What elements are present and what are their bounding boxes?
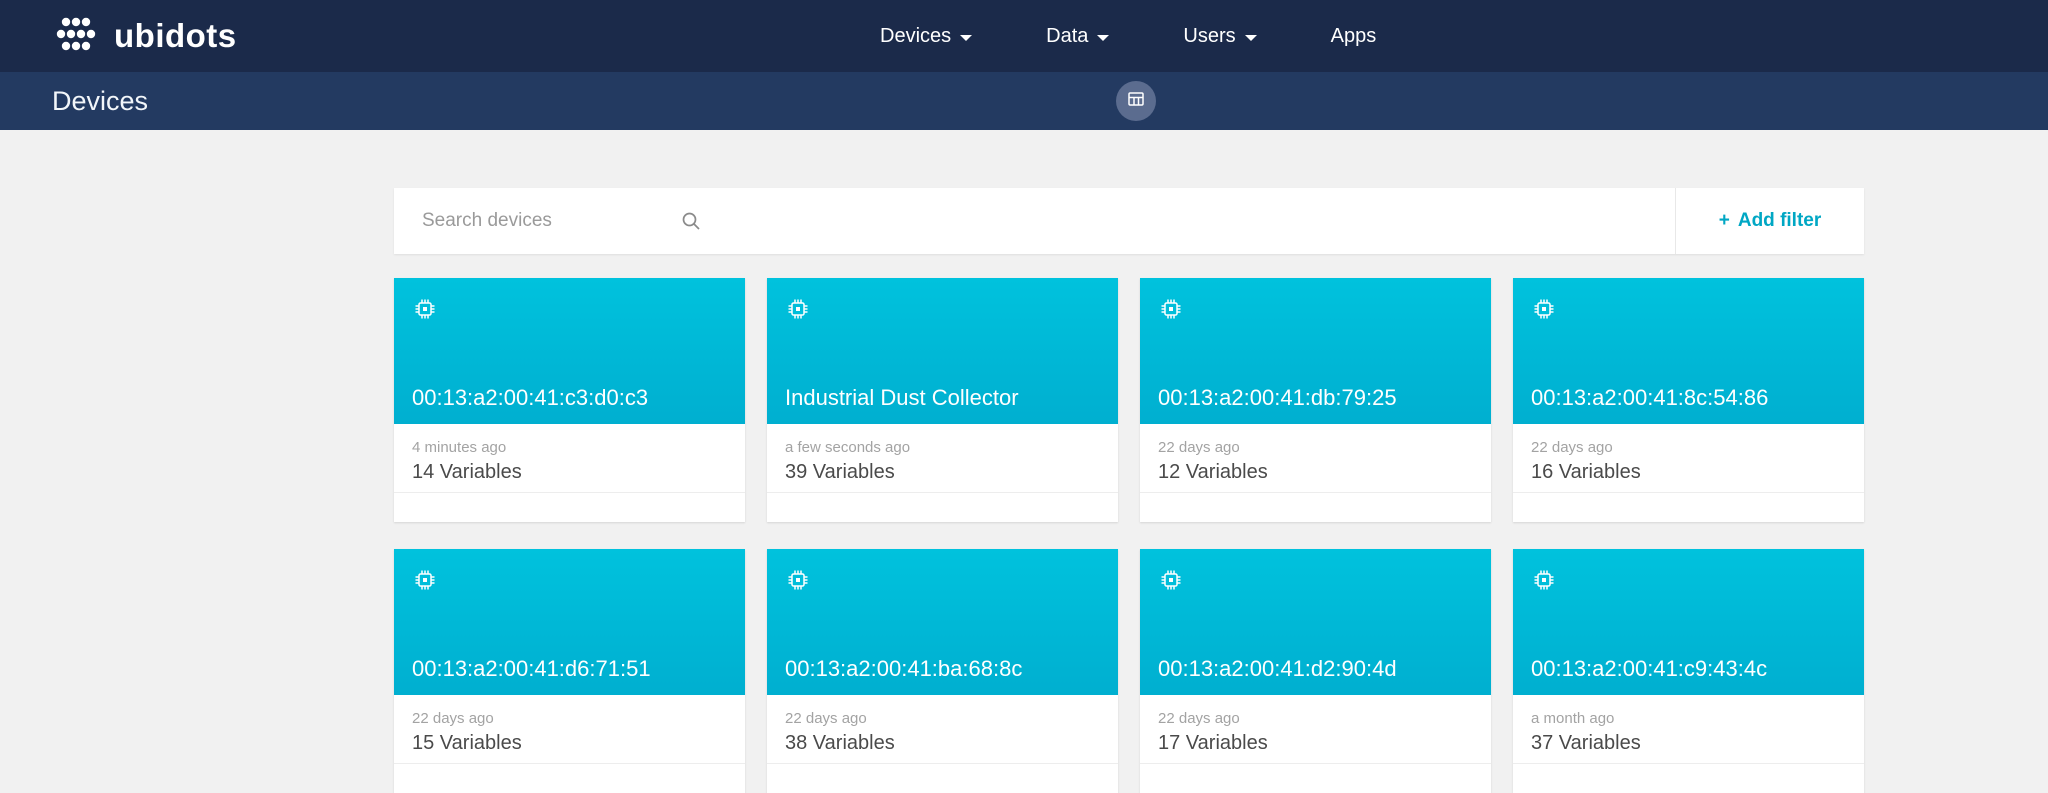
- device-card-header: 00:13:a2:00:41:ba:68:8c: [767, 549, 1118, 695]
- device-name: 00:13:a2:00:41:db:79:25: [1158, 385, 1397, 410]
- device-card-footer: [1140, 492, 1491, 522]
- device-card-footer: [1513, 492, 1864, 522]
- device-last-activity: 22 days ago: [1158, 710, 1240, 727]
- device-name: Industrial Dust Collector: [785, 385, 1019, 410]
- subheader-bar: Devices: [0, 72, 2048, 130]
- plus-icon: +: [1718, 210, 1730, 231]
- nav-item-data[interactable]: Data: [1046, 24, 1110, 48]
- search-box: [394, 210, 702, 232]
- device-card-footer: [394, 492, 745, 522]
- device-card-header: 00:13:a2:00:41:c9:43:4c: [1513, 549, 1864, 695]
- device-variable-count: 38 Variables: [785, 732, 895, 754]
- chip-icon: [412, 296, 438, 327]
- device-card[interactable]: Industrial Dust Collector a few seconds …: [767, 278, 1118, 522]
- device-variable-count: 14 Variables: [412, 461, 522, 483]
- chip-icon: [1531, 296, 1557, 327]
- device-name: 00:13:a2:00:41:8c:54:86: [1531, 385, 1769, 410]
- device-card-body: 22 days ago 38 Variables: [767, 695, 1118, 755]
- device-name: 00:13:a2:00:41:c3:d0:c3: [412, 385, 649, 410]
- add-filter-button[interactable]: + Add filter: [1676, 188, 1864, 254]
- device-card-header: 00:13:a2:00:41:d6:71:51: [394, 549, 745, 695]
- device-variable-count: 16 Variables: [1531, 461, 1641, 483]
- add-filter-label: Add filter: [1737, 210, 1822, 231]
- device-card-header: 00:13:a2:00:41:d2:90:4d: [1140, 549, 1491, 695]
- grid-icon: [1126, 89, 1146, 114]
- search-icon: [680, 210, 702, 232]
- device-last-activity: 22 days ago: [1531, 439, 1613, 456]
- nav-item-devices[interactable]: Devices: [880, 24, 973, 48]
- device-card[interactable]: 00:13:a2:00:41:c3:d0:c3 4 minutes ago 14…: [394, 278, 745, 522]
- device-card-body: 22 days ago 15 Variables: [394, 695, 745, 755]
- device-card[interactable]: 00:13:a2:00:41:d6:71:51 22 days ago 15 V…: [394, 549, 745, 793]
- device-last-activity: a few seconds ago: [785, 439, 911, 456]
- device-variable-count: 39 Variables: [785, 461, 895, 483]
- main-nav: Devices Data Users Apps: [880, 0, 1376, 72]
- device-card-header: 00:13:a2:00:41:db:79:25: [1140, 278, 1491, 424]
- device-last-activity: 4 minutes ago: [412, 439, 507, 456]
- device-card[interactable]: 00:13:a2:00:41:ba:68:8c 22 days ago 38 V…: [767, 549, 1118, 793]
- caret-down-icon: [960, 34, 973, 41]
- device-card-body: a few seconds ago 39 Variables: [767, 424, 1118, 484]
- device-card-header: Industrial Dust Collector: [767, 278, 1118, 424]
- brand-name: ubidots: [114, 17, 237, 54]
- ubidots-logo-icon: [50, 14, 102, 59]
- nav-item-label: Devices: [880, 24, 952, 47]
- device-name: 00:13:a2:00:41:d6:71:51: [412, 656, 651, 681]
- nav-item-label: Apps: [1330, 24, 1377, 47]
- device-last-activity: 22 days ago: [412, 710, 494, 727]
- device-card-footer: [767, 763, 1118, 793]
- chip-icon: [412, 567, 438, 598]
- nav-item-label: Data: [1046, 24, 1089, 47]
- nav-item-users[interactable]: Users: [1183, 24, 1257, 48]
- device-card-footer: [1513, 763, 1864, 793]
- chip-icon: [1158, 296, 1184, 327]
- top-navbar: ubidots Devices Data Users Apps: [0, 0, 2048, 72]
- nav-item-label: Users: [1183, 24, 1236, 47]
- device-card-body: 22 days ago 17 Variables: [1140, 695, 1491, 755]
- device-card-body: a month ago 37 Variables: [1513, 695, 1864, 755]
- device-card-footer: [394, 763, 745, 793]
- device-name: 00:13:a2:00:41:ba:68:8c: [785, 656, 1023, 681]
- device-variable-count: 37 Variables: [1531, 732, 1641, 754]
- search-input[interactable]: [394, 210, 680, 232]
- device-last-activity: 22 days ago: [785, 710, 867, 727]
- device-name: 00:13:a2:00:41:d2:90:4d: [1158, 656, 1397, 681]
- chip-icon: [1531, 567, 1557, 598]
- device-card-header: 00:13:a2:00:41:c3:d0:c3: [394, 278, 745, 424]
- device-last-activity: a month ago: [1531, 710, 1615, 727]
- device-card-body: 22 days ago 12 Variables: [1140, 424, 1491, 484]
- device-card-body: 22 days ago 16 Variables: [1513, 424, 1864, 484]
- page-title: Devices: [52, 85, 149, 116]
- device-last-activity: 22 days ago: [1158, 439, 1240, 456]
- device-name: 00:13:a2:00:41:c9:43:4c: [1531, 656, 1768, 681]
- device-card-header: 00:13:a2:00:41:8c:54:86: [1513, 278, 1864, 424]
- chip-icon: [785, 567, 811, 598]
- chip-icon: [785, 296, 811, 327]
- nav-item-apps[interactable]: Apps: [1331, 25, 1377, 48]
- device-card[interactable]: 00:13:a2:00:41:c9:43:4c a month ago 37 V…: [1513, 549, 1864, 793]
- device-card-footer: [767, 492, 1118, 522]
- device-grid: 00:13:a2:00:41:c3:d0:c3 4 minutes ago 14…: [394, 278, 1864, 793]
- device-card[interactable]: 00:13:a2:00:41:d2:90:4d 22 days ago 17 V…: [1140, 549, 1491, 793]
- device-variable-count: 17 Variables: [1158, 732, 1268, 754]
- device-card-body: 4 minutes ago 14 Variables: [394, 424, 745, 484]
- grid-view-button[interactable]: [1116, 81, 1156, 121]
- device-card[interactable]: 00:13:a2:00:41:8c:54:86 22 days ago 16 V…: [1513, 278, 1864, 522]
- caret-down-icon: [1244, 34, 1257, 41]
- ubidots-logo[interactable]: ubidots: [50, 14, 237, 59]
- caret-down-icon: [1097, 34, 1110, 41]
- device-card[interactable]: 00:13:a2:00:41:db:79:25 22 days ago 12 V…: [1140, 278, 1491, 522]
- chip-icon: [1158, 567, 1184, 598]
- device-card-footer: [1140, 763, 1491, 793]
- device-variable-count: 15 Variables: [412, 732, 522, 754]
- device-variable-count: 12 Variables: [1158, 461, 1268, 483]
- devices-toolbar: + Add filter: [394, 188, 1864, 254]
